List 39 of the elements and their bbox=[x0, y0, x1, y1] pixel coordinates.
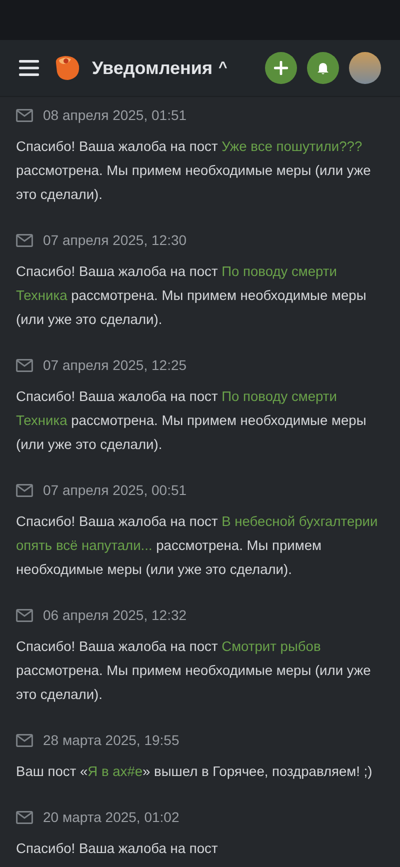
page-title[interactable]: Уведомления bbox=[92, 54, 212, 82]
post-link[interactable]: Я в ах#е bbox=[88, 764, 143, 779]
notification-text: Спасибо! Ваша жалоба на пост По поводу смерти Техника рассмотрена. Мы примем необходимые меры (или уже это сделали). bbox=[16, 263, 368, 329]
post-link[interactable]: Смотрит рыбов bbox=[222, 639, 321, 654]
notifications-button[interactable] bbox=[307, 52, 339, 84]
menu-icon[interactable] bbox=[19, 59, 39, 77]
post-link[interactable]: Техника bbox=[16, 288, 68, 303]
post-link[interactable]: Уже все пошутили??? bbox=[222, 139, 362, 154]
post-link[interactable]: По поводу смерти bbox=[222, 389, 337, 404]
post-link[interactable]: По поводу смерти bbox=[222, 264, 337, 279]
notification-text: Спасибо! Ваша жалоба на пост bbox=[16, 840, 219, 858]
notification-date: 28 марта 2025, 19:55 bbox=[43, 730, 180, 750]
notification-text: Спасибо! Ваша жалоба на пост Уже все пошутили??? рассмотрена. Мы примем необходимые меры (или уже это сделали). bbox=[16, 138, 372, 204]
notification-text: Спасибо! Ваша жалоба на пост По поводу смерти Техника рассмотрена. Мы примем необходимые меры (или уже это сделали). bbox=[16, 388, 368, 454]
notification-date: 07 апреля 2025, 00:51 bbox=[43, 480, 187, 500]
add-button[interactable] bbox=[265, 52, 297, 84]
envelope-icon bbox=[16, 608, 33, 622]
logo-icon[interactable] bbox=[53, 54, 81, 82]
plus-icon bbox=[274, 61, 288, 75]
envelope-icon bbox=[16, 234, 33, 246]
notification-date: 07 апреля 2025, 12:25 bbox=[43, 356, 187, 375]
bell-icon bbox=[317, 62, 329, 74]
post-link[interactable]: опять всё напутали... bbox=[16, 538, 152, 553]
caret-icon[interactable]: ^ bbox=[218, 56, 228, 80]
avatar[interactable] bbox=[349, 52, 381, 84]
envelope-icon bbox=[16, 484, 33, 496]
notification-text: Ваш пост «Я в ах#е» вышел в Горячее, поздравляем! ;) bbox=[16, 763, 374, 781]
post-link[interactable]: В небесной бухгалтерии bbox=[222, 514, 378, 529]
notification-date: 20 марта 2025, 01:02 bbox=[43, 808, 180, 827]
envelope-icon bbox=[16, 810, 33, 824]
notification-date: 06 апреля 2025, 12:32 bbox=[43, 606, 187, 625]
post-link[interactable]: Техника bbox=[16, 413, 68, 428]
notification-date: 07 апреля 2025, 12:30 bbox=[43, 230, 187, 250]
envelope-icon bbox=[16, 108, 33, 122]
notification-date: 08 апреля 2025, 01:51 bbox=[43, 106, 187, 125]
envelope-icon bbox=[16, 358, 33, 372]
notification-text: Спасибо! Ваша жалоба на пост Смотрит рыбов рассмотрена. Мы примем необходимые меры (или уже это сделали). bbox=[16, 638, 372, 704]
notification-text: Спасибо! Ваша жалоба на пост В небесной бухгалтерии опять всё напутали... рассмотрена. Мы примем необходимые меры (или уже это сделали). bbox=[16, 513, 379, 579]
envelope-icon bbox=[16, 734, 33, 746]
